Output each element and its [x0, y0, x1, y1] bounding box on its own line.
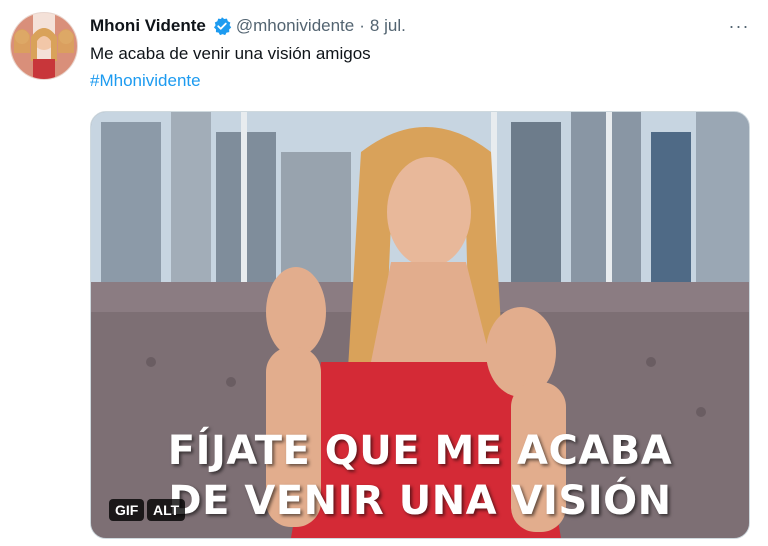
more-options-icon[interactable]: ···: [724, 14, 754, 38]
tweet-header: Mhoni Vidente @mhonividente · 8 jul.: [90, 14, 406, 38]
verified-badge-icon: [212, 16, 232, 36]
avatar[interactable]: [10, 12, 78, 80]
alt-text-badge[interactable]: ALT: [147, 499, 186, 521]
caption-line-1: FÍJATE QUE ME ACABA: [167, 428, 673, 474]
caption-line-2: DE VENIR UNA VISIÓN: [168, 478, 672, 524]
hashtag-link[interactable]: #Mhonividente: [90, 71, 201, 91]
author-handle[interactable]: @mhonividente: [236, 16, 354, 36]
tweet-text: Me acaba de venir una visión amigos: [90, 44, 371, 63]
gif-media[interactable]: FÍJATE QUE ME ACABA DE VENIR UNA VISIÓN …: [90, 111, 750, 539]
gif-caption: FÍJATE QUE ME ACABA DE VENIR UNA VISIÓN: [91, 426, 749, 526]
gif-badge: GIF: [109, 499, 145, 521]
tweet-date[interactable]: 8 jul.: [370, 16, 406, 36]
author-name[interactable]: Mhoni Vidente: [90, 16, 206, 36]
separator-dot: ·: [359, 16, 365, 35]
tweet[interactable]: Mhoni Vidente @mhonividente · 8 jul. ···…: [0, 0, 768, 546]
